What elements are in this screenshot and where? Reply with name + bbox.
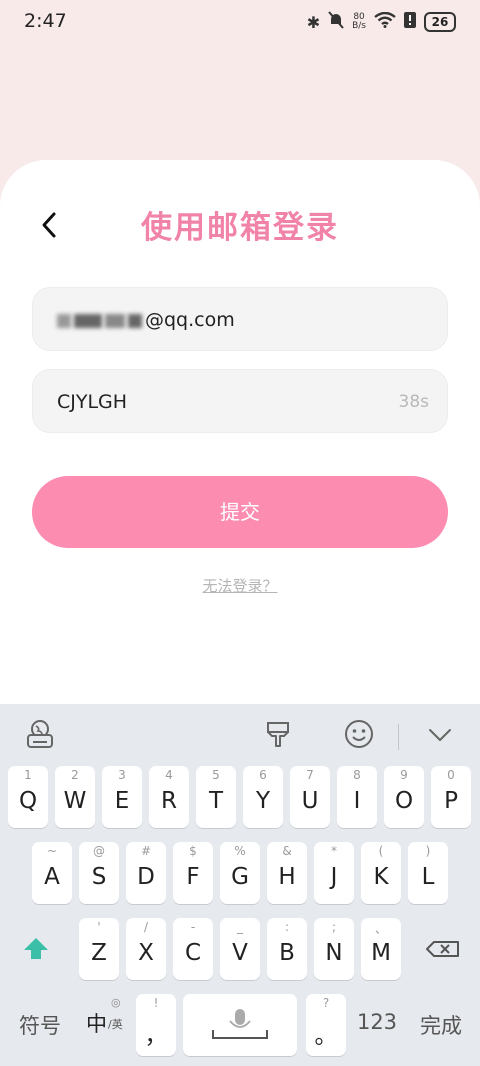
key-q[interactable]: 1Q: [8, 766, 48, 828]
keyboard-globe-icon[interactable]: [24, 718, 56, 750]
submit-button[interactable]: 提交: [32, 476, 448, 548]
key-y[interactable]: 6Y: [243, 766, 283, 828]
key-x[interactable]: / X: [126, 918, 166, 980]
key-t[interactable]: 5T: [196, 766, 236, 828]
battery-indicator: 26: [424, 12, 456, 32]
language-current: 中: [86, 1012, 107, 1036]
key-a[interactable]: ~ A: [32, 842, 72, 904]
status-time: 2:47: [24, 10, 67, 32]
collapse-keyboard-icon[interactable]: [424, 718, 456, 750]
soft-keyboard: 1Q 2W 3E 4R 5T 6Y 7U 8I 9O 0P ~ A @ S # D $…: [0, 704, 480, 1066]
key-l[interactable]: ) L: [408, 842, 448, 904]
alert-icon: [404, 12, 416, 32]
verification-code-field[interactable]: CJYLGH 38s: [32, 369, 448, 433]
key-f[interactable]: $ F: [173, 842, 213, 904]
code-value: CJYLGH: [57, 391, 128, 413]
wifi-icon: [374, 11, 396, 32]
net-speed: 80 B/s: [352, 12, 366, 31]
key-o[interactable]: 9O: [384, 766, 424, 828]
microphone-icon: [212, 1009, 268, 1039]
key-w[interactable]: 2W: [55, 766, 95, 828]
resend-countdown: 38s: [398, 392, 430, 412]
key-v[interactable]: _ V: [220, 918, 260, 980]
key-i[interactable]: 8I: [337, 766, 377, 828]
redacted-blur: [105, 313, 125, 328]
shift-key[interactable]: [8, 918, 64, 980]
redacted-blur: [74, 313, 102, 328]
keyboard-toolbar: [0, 704, 480, 764]
email-value: @qq.com: [57, 288, 235, 352]
key-h[interactable]: & H: [267, 842, 307, 904]
redacted-blur: [128, 313, 142, 328]
key-j[interactable]: * J: [314, 842, 354, 904]
email-field[interactable]: @qq.com: [32, 287, 448, 351]
shift-arrow-icon: [24, 938, 48, 959]
bluetooth-icon: ✱: [306, 12, 321, 32]
numbers-key[interactable]: 123: [354, 1010, 400, 1034]
key-b[interactable]: :B: [267, 918, 307, 980]
key-g[interactable]: % G: [220, 842, 260, 904]
language-alt: /英: [108, 1018, 123, 1031]
key-p[interactable]: 0P: [431, 766, 471, 828]
key-s[interactable]: @ S: [79, 842, 119, 904]
key-c[interactable]: -C: [173, 918, 213, 980]
cannot-login-link[interactable]: 无法登录？: [0, 575, 480, 596]
symbols-key[interactable]: 符号: [10, 1010, 70, 1040]
emoji-icon[interactable]: [343, 718, 375, 750]
key-z[interactable]: ' Z: [79, 918, 119, 980]
comma-key[interactable]: !，: [136, 994, 176, 1056]
globe-icon: ◎: [111, 996, 121, 1009]
page-title: 使用邮箱登录: [141, 210, 339, 246]
redacted-blur: [57, 313, 71, 328]
status-icons: ✱ 80 B/s 26: [307, 10, 456, 34]
mute-bell-icon: [328, 11, 344, 33]
status-bar: 2:47 ✱ 80 B/s 26: [0, 0, 480, 44]
period-key[interactable]: ?。: [306, 994, 346, 1056]
key-m[interactable]: 、 M: [361, 918, 401, 980]
key-e[interactable]: 3E: [102, 766, 142, 828]
done-key[interactable]: 完成: [410, 1010, 472, 1040]
key-u[interactable]: 7U: [290, 766, 330, 828]
language-switch-key[interactable]: ◎ 中 /英: [80, 996, 136, 1058]
key-r[interactable]: 4R: [149, 766, 189, 828]
toolbar-divider: [398, 724, 399, 750]
backspace-key[interactable]: [416, 918, 472, 980]
backspace-icon: [426, 941, 459, 957]
key-k[interactable]: (K: [361, 842, 401, 904]
space-key[interactable]: [183, 994, 297, 1056]
key-d[interactable]: # D: [126, 842, 166, 904]
paint-brush-icon[interactable]: [262, 718, 294, 750]
email-domain: @qq.com: [145, 309, 235, 331]
key-n[interactable]: ; N: [314, 918, 354, 980]
